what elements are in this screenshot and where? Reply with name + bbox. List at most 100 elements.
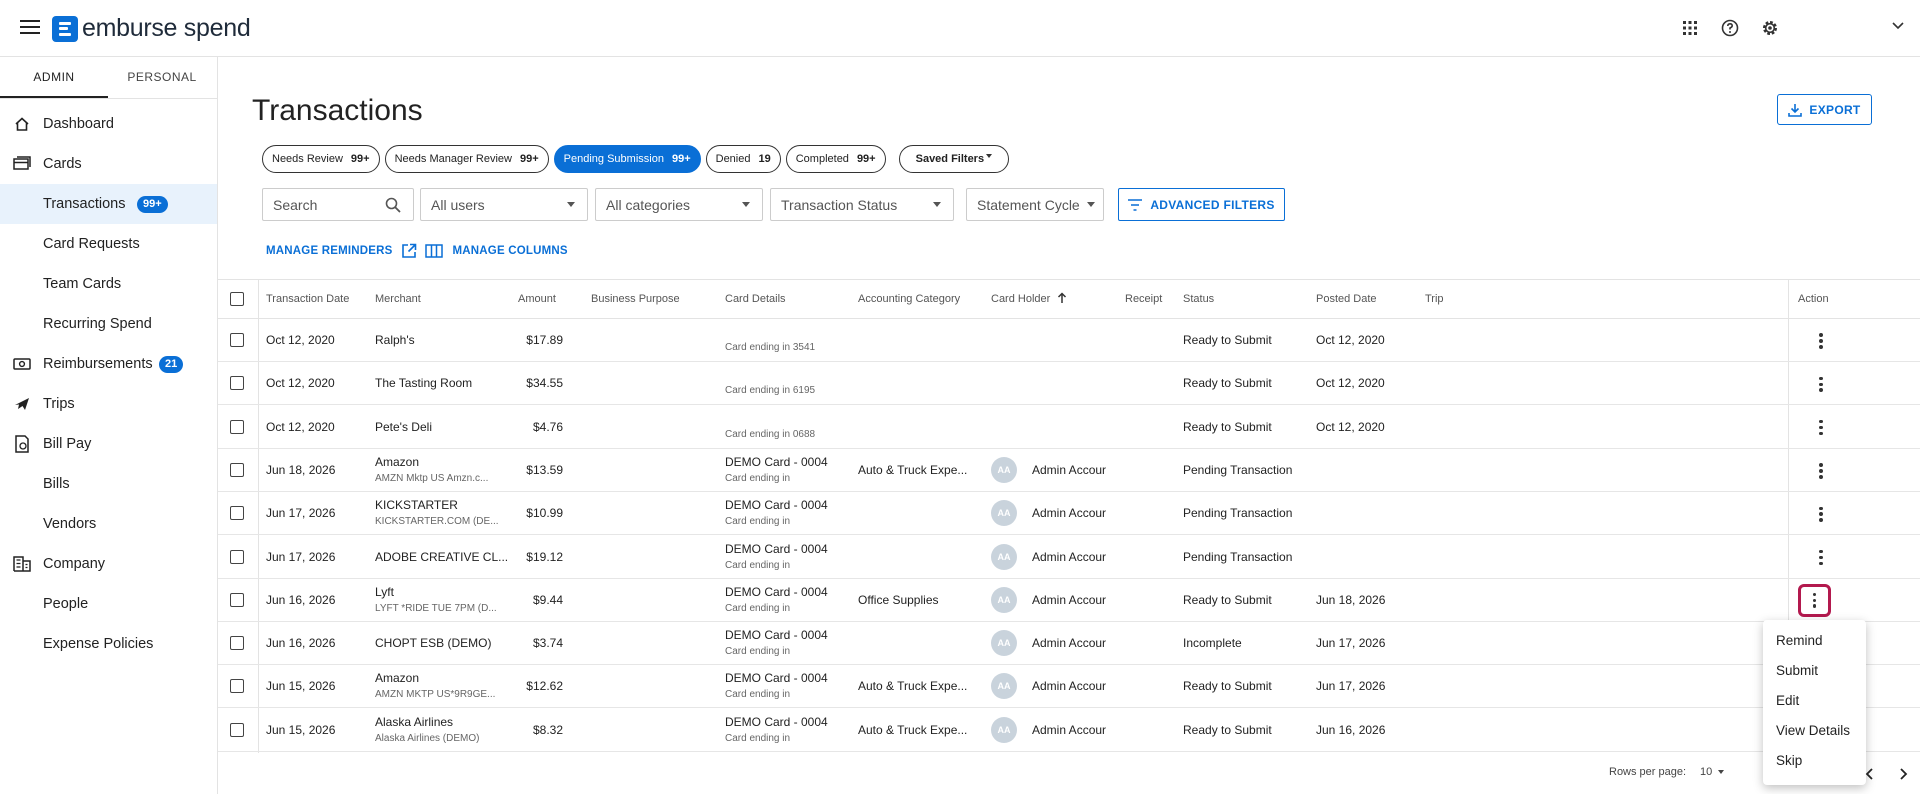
caret-down-icon (1087, 202, 1095, 207)
col-merchant[interactable]: Merchant (375, 293, 421, 305)
filter-icon (1128, 198, 1143, 211)
manage-reminders-link[interactable]: MANAGE REMINDERS (266, 245, 393, 257)
tab-personal[interactable]: PERSONAL (108, 57, 216, 98)
table-row[interactable]: Oct 12, 2020 Pete's Deli $4.76 Card ending … (218, 406, 1920, 449)
menu-item-remind[interactable]: Remind (1763, 626, 1866, 656)
row-checkbox[interactable] (230, 333, 244, 347)
avatar: AA (991, 673, 1017, 700)
manage-columns-link[interactable]: MANAGE COLUMNS (453, 245, 568, 257)
card-name: DEMO Card - 0004 (725, 628, 828, 643)
more-options-icon[interactable] (1798, 583, 1831, 617)
col-trip[interactable]: Trip (1425, 293, 1444, 305)
sidebar-item-bill-pay[interactable]: Bill Pay (0, 424, 217, 464)
col-receipt[interactable]: Receipt (1125, 293, 1162, 305)
more-options-icon[interactable] (1811, 502, 1831, 526)
chip-pending-submission[interactable]: Pending Submission 99+ (553, 145, 701, 173)
users-select[interactable]: All users (420, 188, 588, 221)
sidebar-item-recurring-spend[interactable]: Recurring Spend (0, 304, 217, 344)
next-page-icon[interactable] (1898, 768, 1908, 780)
sidebar-item-cards[interactable]: Cards (0, 144, 217, 184)
prev-page-icon[interactable] (1865, 768, 1875, 780)
row-checkbox[interactable] (230, 679, 244, 694)
sidebar-item-expense-policies[interactable]: Expense Policies (0, 624, 217, 664)
more-options-icon[interactable] (1811, 329, 1831, 353)
table-row[interactable]: Jun 16, 2026 Lyft LYFT *RIDE TUE 7PM (D...… (218, 579, 1920, 622)
select-all-checkbox[interactable] (230, 292, 244, 306)
table-row[interactable]: Oct 12, 2020 The Tasting Room $34.55 Card e… (218, 362, 1920, 406)
chip-completed[interactable]: Completed 99+ (785, 145, 886, 173)
merchant-name: The Tasting Room (375, 376, 473, 391)
merchant-descriptor: AMZN MKTP US*9R9GE... (375, 689, 496, 701)
amount: $4.76 (532, 419, 563, 434)
sidebar-item-transactions[interactable]: Transactions 99+ (0, 184, 217, 224)
sidebar-item-trips[interactable]: Trips (0, 384, 217, 424)
search-input[interactable]: Search (262, 188, 414, 221)
more-options-icon[interactable] (1811, 459, 1831, 483)
sidebar-item-company[interactable]: Company (0, 544, 217, 584)
gear-icon[interactable] (1758, 16, 1782, 40)
open-external-icon[interactable] (401, 243, 417, 259)
col-transaction-date[interactable]: Transaction Date (266, 293, 349, 305)
menu-item-skip[interactable]: Skip (1763, 746, 1866, 776)
tab-admin[interactable]: ADMIN (0, 57, 108, 98)
logo[interactable]: emburse spend (52, 14, 251, 43)
chip-needs-manager-review[interactable]: Needs Manager Review 99+ (384, 145, 549, 173)
row-checkbox[interactable] (230, 636, 244, 651)
more-options-icon[interactable] (1811, 372, 1831, 396)
saved-filters-dropdown[interactable]: Saved Filters (898, 145, 1010, 173)
col-business-purpose[interactable]: Business Purpose (591, 293, 680, 305)
sidebar-item-bills[interactable]: Bills (0, 464, 217, 504)
col-card-details[interactable]: Card Details (725, 293, 786, 305)
chevron-down-icon[interactable] (1886, 14, 1910, 38)
more-options-icon[interactable] (1811, 416, 1831, 440)
avatar: AA (991, 586, 1017, 613)
sidebar-item-dashboard[interactable]: Dashboard (0, 104, 217, 144)
sidebar-item-label: Reimbursements (43, 356, 153, 372)
col-accounting-category[interactable]: Accounting Category (858, 293, 960, 305)
help-icon[interactable] (1718, 16, 1742, 40)
row-checkbox[interactable] (230, 462, 244, 477)
sidebar-item-team-cards[interactable]: Team Cards (0, 264, 217, 304)
col-amount[interactable]: Amount (518, 293, 556, 305)
page-title: Transactions (252, 94, 423, 127)
card-ending: Card ending in (725, 559, 791, 571)
categories-select[interactable]: All categories (595, 188, 763, 221)
row-checkbox[interactable] (230, 722, 244, 737)
row-checkbox[interactable] (230, 419, 244, 434)
columns-icon[interactable] (424, 243, 443, 259)
transaction-status-select[interactable]: Transaction Status (770, 188, 954, 221)
statement-cycle-select[interactable]: Statement Cycle (966, 188, 1104, 221)
table-row[interactable]: Oct 12, 2020 Ralph's $17.89 Card ending in … (218, 319, 1920, 362)
sidebar-item-reimbursements[interactable]: Reimbursements 21 (0, 344, 217, 384)
chip-needs-review[interactable]: Needs Review 99+ (262, 145, 380, 173)
table-row[interactable]: Jun 15, 2026 Amazon AMZN MKTP US*9R9GE... $… (218, 665, 1920, 709)
sidebar-item-label: Vendors (43, 516, 97, 532)
menu-item-submit[interactable]: Submit (1763, 656, 1866, 686)
apps-grid-icon[interactable] (1678, 16, 1702, 40)
sidebar-item-vendors[interactable]: Vendors (0, 504, 217, 544)
chip-denied[interactable]: Denied 19 (705, 145, 781, 173)
table-row[interactable]: Jun 17, 2026 KICKSTARTER KICKSTARTER.COM (… (218, 492, 1920, 536)
menu-item-view-details[interactable]: View Details (1763, 716, 1866, 746)
sidebar-item-card-requests[interactable]: Card Requests (0, 224, 217, 264)
pagination: Rows per page: 10 (1609, 766, 1725, 778)
menu-item-edit[interactable]: Edit (1763, 686, 1866, 716)
col-card-holder[interactable]: Card Holder (991, 293, 1050, 305)
row-checkbox[interactable] (230, 506, 244, 521)
table-row[interactable]: Jun 15, 2026 Alaska Airlines Alaska Airlin… (218, 709, 1920, 752)
col-posted-date[interactable]: Posted Date (1316, 293, 1377, 305)
more-options-icon[interactable] (1811, 546, 1831, 570)
export-button[interactable]: EXPORT (1777, 94, 1872, 125)
sidebar-item-people[interactable]: People (0, 584, 217, 624)
rows-per-page-select[interactable]: 10 (1700, 766, 1725, 778)
row-checkbox[interactable] (230, 376, 244, 391)
table-row[interactable]: Jun 16, 2026 CHOPT ESB (DEMO) $3.74 DEMO Ca… (218, 622, 1920, 666)
table-row[interactable]: Jun 17, 2026 ADOBE CREATIVE CL... $19.12 DE… (218, 536, 1920, 579)
col-status[interactable]: Status (1183, 293, 1214, 305)
menu-icon[interactable] (20, 20, 40, 36)
sort-ascending-icon[interactable] (1057, 292, 1067, 304)
row-checkbox[interactable] (230, 592, 244, 607)
row-checkbox[interactable] (230, 549, 244, 564)
advanced-filters-button[interactable]: ADVANCED FILTERS (1118, 188, 1285, 221)
table-row[interactable]: Jun 18, 2026 Amazon AMZN Mktp US Amzn.c...… (218, 449, 1920, 492)
